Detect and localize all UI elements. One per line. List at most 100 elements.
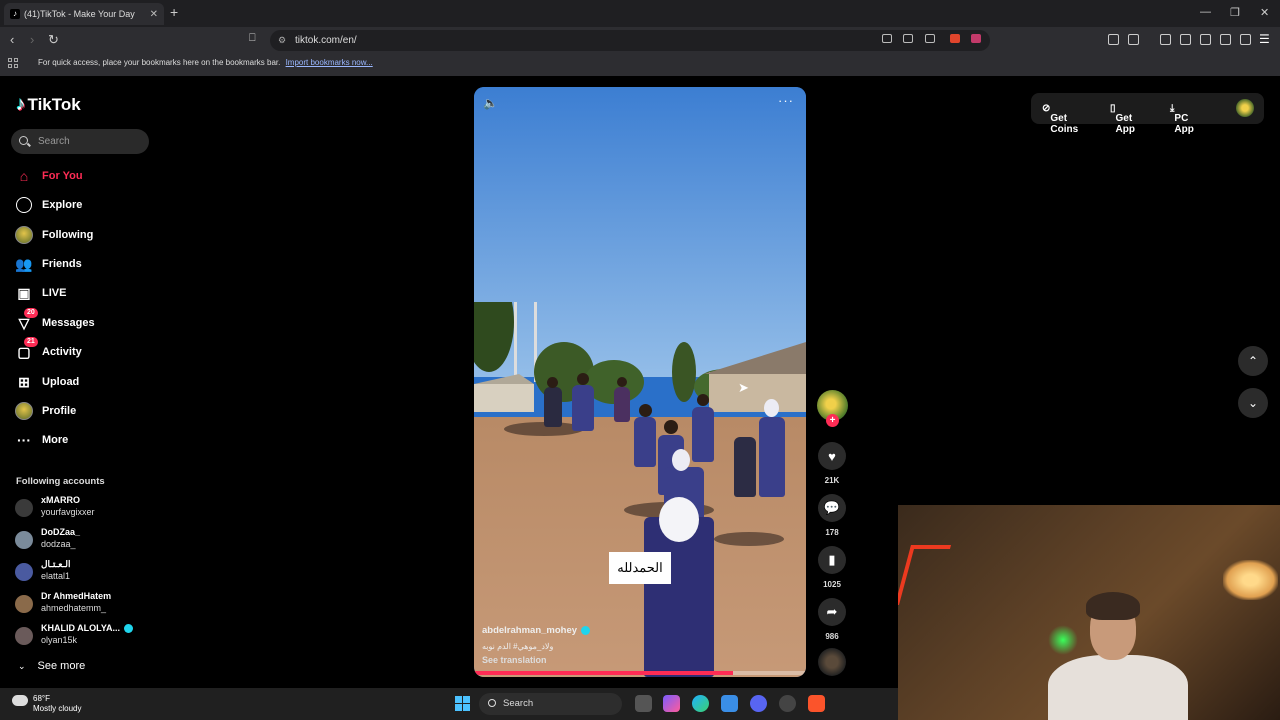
tiktok-favicon-icon: ♪ [10, 9, 20, 19]
wallet-icon[interactable] [1200, 34, 1211, 45]
bookmarks-bar: For quick access, place your bookmarks h… [0, 54, 1280, 76]
import-bookmarks-link[interactable]: Import bookmarks now... [286, 58, 373, 67]
video-author[interactable]: abdelrahman_mohey [482, 625, 591, 636]
following-account[interactable]: الـعـتـال elattal1 [15, 559, 155, 587]
friends-icon: 👥 [15, 255, 33, 272]
bookmarks-hint: For quick access, place your bookmarks h… [38, 58, 281, 67]
following-account[interactable]: KHALID ALOLYA... olyan15k [15, 623, 155, 651]
header-actions: ⊘ Get Coins ▯ Get App ⤓ PC App [1031, 93, 1264, 135]
comment-count: 178 [825, 528, 839, 537]
windows-start-icon[interactable] [455, 696, 470, 711]
nav-upload[interactable]: ⊞ Upload [15, 370, 155, 394]
browser-tab[interactable]: ♪ (41)TikTok - Make Your Day ✕ [4, 3, 164, 25]
nav-profile[interactable]: Profile [15, 399, 155, 423]
get-coins-button[interactable]: ⊘ Get Coins [1042, 103, 1078, 135]
nav-for-you[interactable]: ⌂ For You [15, 164, 155, 188]
search-icon [19, 136, 28, 145]
cast-icon[interactable] [903, 34, 913, 43]
url-text: tiktok.com/en/ [295, 35, 357, 46]
extensions-icon[interactable] [1108, 34, 1119, 45]
following-account[interactable]: DoDZaa_ dodzaa_ [15, 527, 155, 555]
music-icon[interactable] [1160, 34, 1171, 45]
heart-icon: ♥ [818, 442, 846, 470]
avatar [15, 595, 33, 613]
task-view-icon[interactable] [635, 695, 652, 712]
brave-browser-icon[interactable] [808, 695, 825, 712]
nav-explore[interactable]: Explore [15, 193, 155, 217]
close-tab-icon[interactable]: ✕ [150, 9, 158, 20]
share-icon[interactable] [925, 34, 935, 43]
discord-icon[interactable] [750, 695, 767, 712]
avatar [15, 563, 33, 581]
see-translation-link[interactable]: See translation [482, 655, 547, 665]
store-icon[interactable] [721, 695, 738, 712]
brave-shield-icon[interactable] [950, 34, 960, 43]
apps-grid-icon[interactable] [8, 58, 18, 68]
video-progress-bar[interactable] [474, 671, 806, 675]
video-description: ولاد_موهي# الدم نوبه [482, 642, 554, 651]
music-disc-icon[interactable] [818, 648, 846, 676]
nav-activity[interactable]: ▢ 21 Activity [15, 337, 155, 364]
windows-taskbar: 68°F Mostly cloudy Search [0, 688, 898, 720]
chevron-down-icon: ⌄ [18, 661, 26, 671]
temperature: 68°F [33, 694, 50, 703]
scroll-down-icon[interactable]: ⌄ [1238, 388, 1268, 418]
browser-tab-bar: ♪ (41)TikTok - Make Your Day ✕ + — ❐ ✕ [0, 0, 1280, 27]
forward-icon[interactable]: › [30, 32, 34, 47]
tiktok-logo[interactable]: ♪ TikTok [16, 94, 81, 116]
weather-condition: Mostly cloudy [33, 704, 82, 713]
taskbar-search[interactable]: Search [479, 693, 622, 715]
video-player[interactable]: 🔈 ··· الحمدلله abdelrahman_mohey ولاد_مو… [474, 87, 806, 677]
edge-icon[interactable] [692, 695, 709, 712]
minimize-icon[interactable]: — [1200, 6, 1211, 18]
video-caption-overlay: الحمدلله [609, 552, 671, 584]
profile-avatar [15, 402, 33, 420]
trees-background [474, 302, 806, 412]
nav-live[interactable]: ▣ LIVE [15, 281, 155, 305]
nav-following[interactable]: Following [15, 223, 155, 247]
following-account[interactable]: xMARRO yourfavgixxer [15, 495, 155, 523]
media-off-icon[interactable] [882, 34, 892, 43]
search-icon [488, 699, 496, 707]
new-tab-icon[interactable]: + [170, 4, 178, 20]
nav-messages[interactable]: ▽ 20 Messages [15, 308, 155, 335]
verified-icon [124, 624, 134, 634]
steam-icon[interactable] [779, 695, 796, 712]
search-input[interactable]: Search [11, 129, 149, 154]
following-account[interactable]: Dr AhmedHatem ahmedhatemm_ [15, 591, 155, 619]
sidebar-icon[interactable] [1180, 34, 1191, 45]
copilot-icon[interactable] [663, 695, 680, 712]
site-info-icon[interactable]: ⚙ [278, 30, 286, 51]
more-options-icon[interactable]: ··· [778, 93, 794, 108]
share-count: 986 [825, 632, 839, 641]
close-window-icon[interactable]: ✕ [1260, 6, 1269, 19]
streamer [1048, 592, 1198, 720]
brave-rewards-icon[interactable] [971, 34, 981, 43]
lamp-light [1223, 560, 1278, 600]
maximize-icon[interactable]: ❐ [1230, 6, 1240, 19]
leo-icon[interactable] [1220, 34, 1231, 45]
vpn-icon[interactable] [1240, 34, 1251, 45]
user-avatar[interactable] [1236, 99, 1254, 117]
follow-plus-icon[interactable]: + [826, 414, 839, 427]
nav-more[interactable]: ··· More [15, 428, 155, 452]
avatar [15, 531, 33, 549]
share-button[interactable]: ➦ 986 [818, 598, 846, 641]
cloud-icon [12, 695, 28, 706]
scroll-up-icon[interactable]: ⌃ [1238, 346, 1268, 376]
get-app-button[interactable]: ▯ Get App [1110, 103, 1135, 135]
bookmark-icon: ▮ [818, 546, 846, 574]
following-accounts-title: Following accounts [16, 476, 105, 487]
save-button[interactable]: ▮ 1025 [818, 546, 846, 589]
bookmark-icon[interactable]: ⎕ [249, 32, 256, 45]
like-button[interactable]: ♥ 21K [818, 442, 846, 485]
pc-app-button[interactable]: ⤓ PC App [1170, 103, 1194, 135]
comment-button[interactable]: 💬 178 [818, 494, 846, 537]
reading-list-icon[interactable] [1128, 34, 1139, 45]
menu-icon[interactable]: ☰ [1259, 33, 1270, 45]
see-more-button[interactable]: ⌄ See more [18, 660, 85, 672]
back-icon[interactable]: ‹ [10, 32, 14, 47]
nav-friends[interactable]: 👥 Friends [15, 252, 155, 276]
volume-icon[interactable]: 🔈 [483, 96, 498, 110]
reload-icon[interactable]: ↻ [48, 32, 59, 48]
